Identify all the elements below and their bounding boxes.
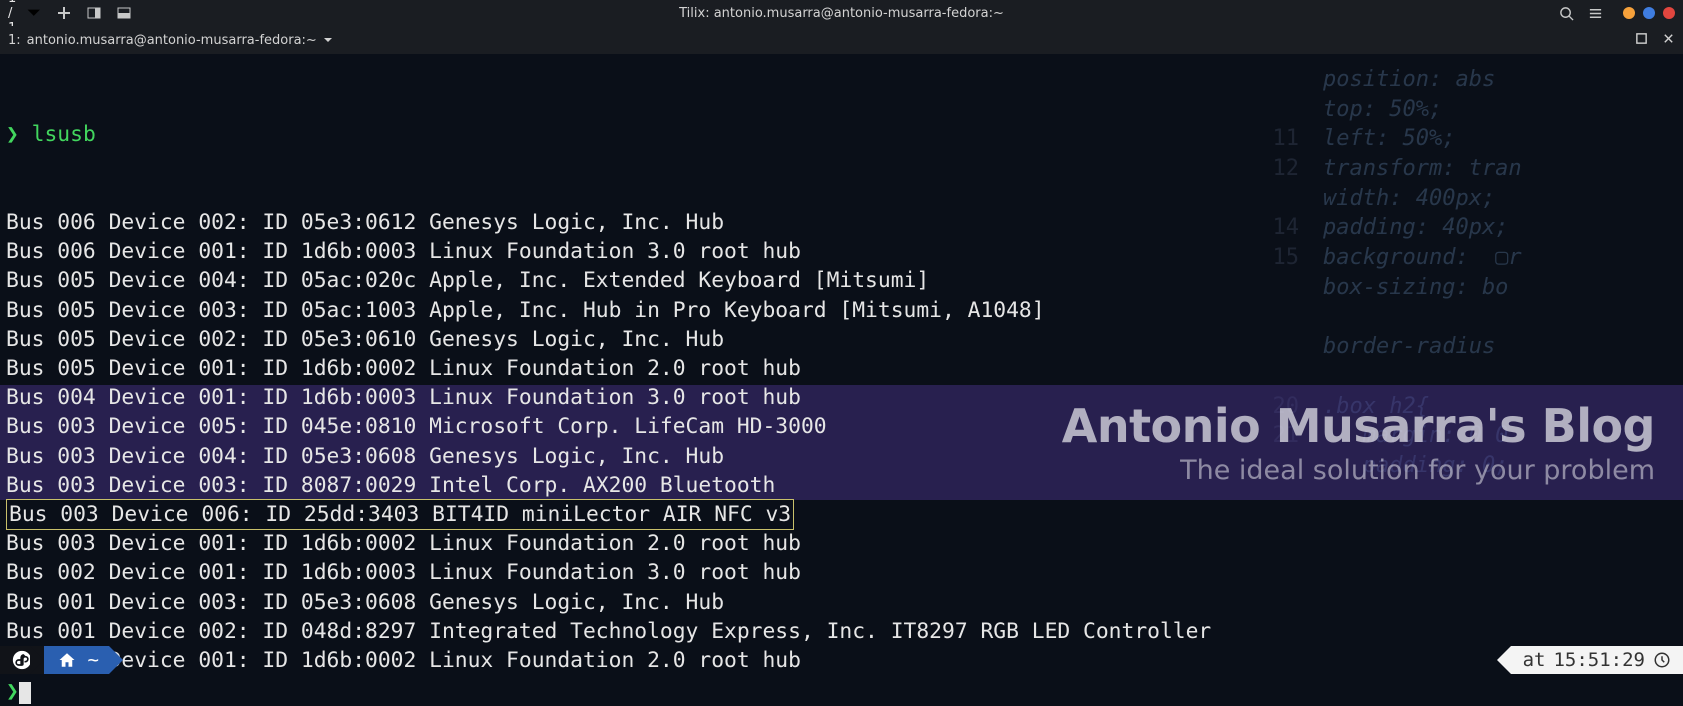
command-text: lsusb [32, 122, 96, 147]
output-line: Bus 001 Device 002: ID 048d:8297 Integra… [6, 617, 1677, 646]
shell-statusbar: ~ at 15:51:29 [0, 646, 1683, 674]
chevron-down-icon[interactable] [323, 35, 333, 45]
fedora-icon [12, 650, 32, 670]
next-prompt-line: ❯ [6, 679, 31, 704]
command-line: ❯ lsusb [6, 120, 1677, 149]
output-line: Bus 005 Device 004: ID 05ac:020c Apple, … [6, 266, 1677, 295]
highlighted-line: Bus 003 Device 006: ID 25dd:3403 BIT4ID … [6, 499, 794, 530]
window-titlebar: 1 / 1 Tilix: antonio.musarra@antonio-mus… [0, 0, 1683, 26]
path-segment: ~ [44, 646, 109, 674]
pane-maximize-button[interactable] [1635, 32, 1648, 49]
output-line: Bus 005 Device 002: ID 05e3:0610 Genesys… [6, 325, 1677, 354]
output-line: Bus 003 Device 004: ID 05e3:0608 Genesys… [6, 442, 1677, 471]
output-line: Bus 006 Device 001: ID 1d6b:0003 Linux F… [6, 237, 1677, 266]
output-line: Bus 006 Device 002: ID 05e3:0612 Genesys… [6, 208, 1677, 237]
clock-icon [1653, 651, 1671, 669]
home-icon [58, 651, 76, 669]
cursor [19, 682, 31, 704]
output-line: Bus 003 Device 005: ID 045e:0810 Microso… [6, 412, 1677, 441]
window-minimize-button[interactable] [1623, 7, 1635, 19]
split-right-icon [87, 6, 101, 20]
split-down-button[interactable] [117, 6, 131, 20]
prompt-symbol: ❯ [6, 679, 19, 704]
hamburger-icon [1588, 6, 1603, 21]
output-line: Bus 001 Device 003: ID 05e3:0608 Genesys… [6, 588, 1677, 617]
menu-button[interactable] [1588, 6, 1603, 21]
square-icon [1635, 32, 1648, 45]
search-button[interactable] [1559, 6, 1574, 21]
terminal-tab-1[interactable]: 1: antonio.musarra@antonio-musarra-fedor… [8, 33, 333, 48]
window-maximize-button[interactable] [1643, 7, 1655, 19]
search-icon [1559, 6, 1574, 21]
window-title: Tilix: antonio.musarra@antonio-musarra-f… [0, 6, 1683, 21]
window-close-button[interactable] [1663, 7, 1675, 19]
tab-label: antonio.musarra@antonio-musarra-fedora:~ [27, 33, 317, 48]
terminal-viewport[interactable]: ❯ lsusb Bus 006 Device 002: ID 05e3:0612… [0, 54, 1683, 675]
split-right-button[interactable] [87, 6, 101, 20]
output-line: Bus 003 Device 003: ID 8087:0029 Intel C… [6, 471, 1677, 500]
tab-index: 1: [8, 33, 21, 48]
output-line: Bus 004 Device 001: ID 1d6b:0003 Linux F… [6, 383, 1677, 412]
add-pane-button[interactable] [57, 6, 71, 20]
time-prefix: at [1523, 649, 1546, 671]
output-line: Bus 005 Device 001: ID 1d6b:0002 Linux F… [6, 354, 1677, 383]
time-segment: at 15:51:29 [1511, 646, 1683, 674]
output-line: Bus 002 Device 001: ID 1d6b:0003 Linux F… [6, 558, 1677, 587]
prompt-symbol: ❯ [6, 122, 19, 147]
output-line: Bus 003 Device 001: ID 1d6b:0002 Linux F… [6, 529, 1677, 558]
close-icon [1662, 32, 1675, 45]
plus-icon [57, 6, 71, 20]
split-down-icon [117, 6, 131, 20]
time-text: 15:51:29 [1553, 649, 1645, 671]
output-line: Bus 005 Device 003: ID 05ac:1003 Apple, … [6, 296, 1677, 325]
terminal-tabbar: 1: antonio.musarra@antonio-musarra-fedor… [0, 26, 1683, 54]
chevron-down-icon[interactable] [26, 5, 42, 21]
path-text: ~ [87, 649, 98, 671]
pane-close-button[interactable] [1662, 32, 1675, 49]
output-line: Bus 003 Device 006: ID 25dd:3403 BIT4ID … [6, 500, 1677, 529]
